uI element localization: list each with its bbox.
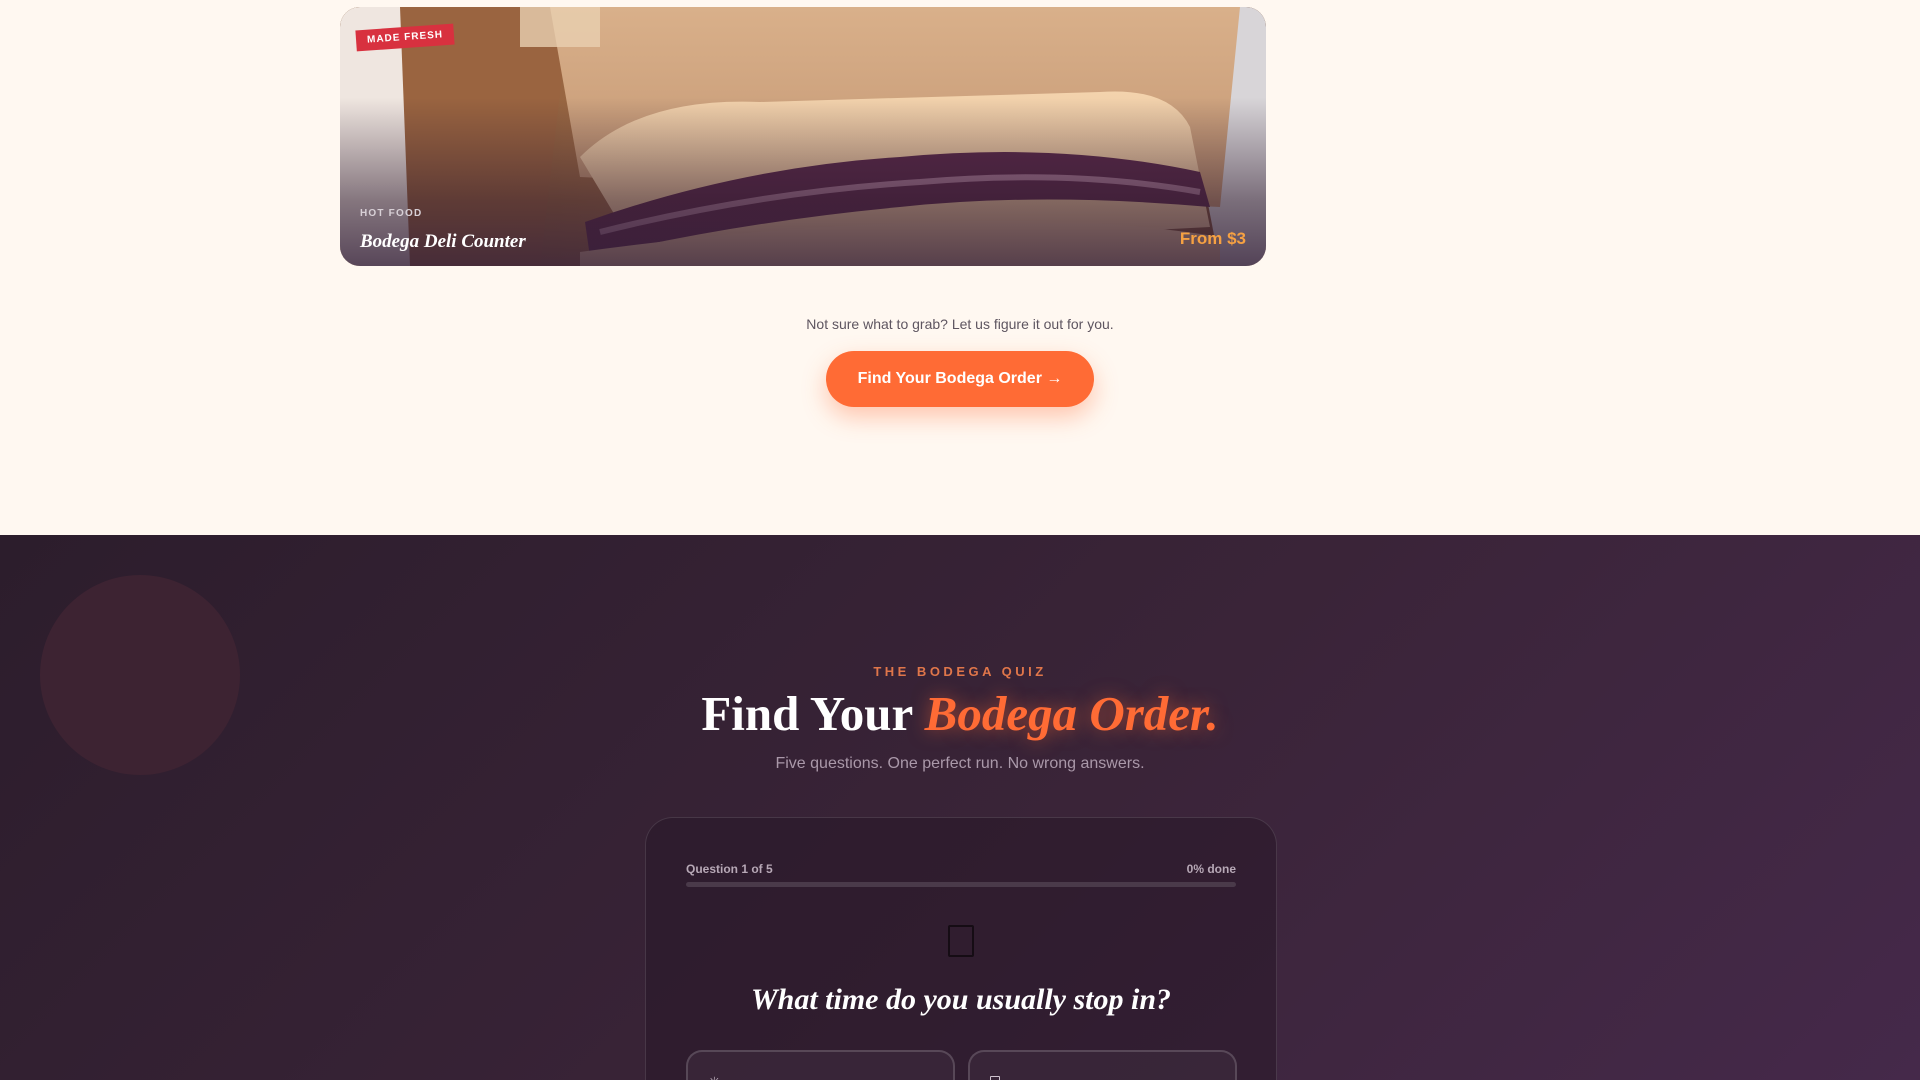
quiz-card: Question 1 of 5 0% done What time do you…	[645, 817, 1277, 1080]
quiz-title-plain: Find Your	[701, 686, 925, 741]
card-overlay	[340, 7, 1266, 266]
quiz-title: Find Your Bodega Order.	[0, 685, 1920, 742]
progress-label: Question 1 of 5	[686, 862, 773, 876]
menu-section: MADE FRESH HOT FOOD Bodega Deli Counter …	[0, 0, 1920, 535]
progress-percent: 0% done	[1186, 862, 1236, 876]
answer-option-1[interactable]: ☀	[686, 1050, 955, 1080]
progress-bar	[686, 882, 1236, 887]
card-title: Bodega Deli Counter	[360, 231, 526, 252]
quiz-prompt-text: Not sure what to grab? Let us figure it …	[806, 316, 1114, 332]
quiz-section: THE BODEGA QUIZ Find Your Bodega Order. …	[0, 535, 1920, 1080]
find-order-button[interactable]: Find Your Bodega Order →	[826, 351, 1094, 407]
quiz-title-accent: Bodega Order.	[924, 686, 1219, 741]
deli-counter-card[interactable]: MADE FRESH HOT FOOD Bodega Deli Counter …	[340, 7, 1266, 266]
quiz-subtitle: Five questions. One perfect run. No wron…	[775, 755, 1145, 772]
card-category: HOT FOOD	[360, 208, 423, 219]
missing-glyph-icon	[990, 1076, 1000, 1080]
sun-icon: ☀	[708, 1074, 721, 1080]
question-text: What time do you usually stop in?	[750, 983, 1172, 1016]
missing-glyph-icon	[948, 925, 974, 957]
card-price: From $3	[1179, 229, 1246, 248]
quiz-eyebrow: THE BODEGA QUIZ	[873, 664, 1047, 679]
answer-option-2[interactable]	[968, 1050, 1237, 1080]
